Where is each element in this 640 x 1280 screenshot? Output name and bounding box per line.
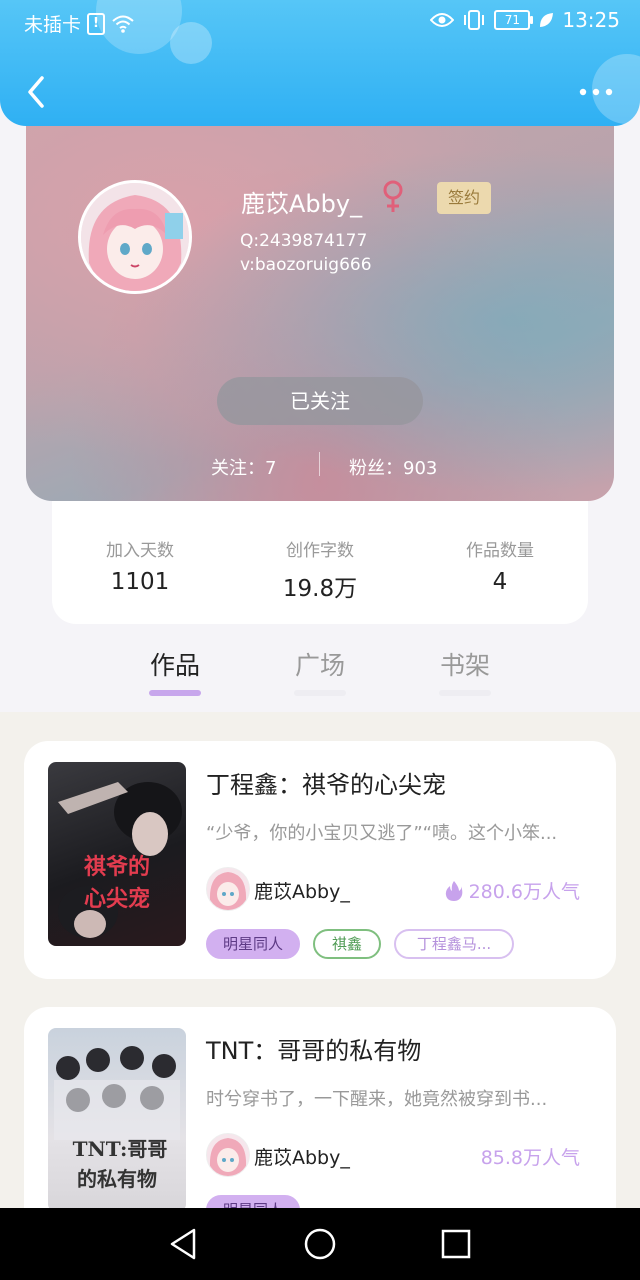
author-name[interactable]: 鹿苡Abby_	[254, 877, 350, 904]
followed-button[interactable]: 已关注	[217, 377, 423, 425]
stat-work-count: 作品数量 4	[430, 536, 570, 595]
author-avatar[interactable]	[206, 867, 250, 911]
profile-name: 鹿苡Abby_	[241, 190, 363, 218]
follow-counts: 关注：7 粉丝：903	[26, 452, 614, 482]
more-options-button[interactable]	[578, 80, 614, 104]
stat-label: 创作字数	[286, 541, 354, 561]
author-name[interactable]: 鹿苡Abby_	[254, 1143, 350, 1170]
vibrate-icon	[464, 10, 485, 30]
fire-icon	[445, 880, 462, 901]
tab-square[interactable]: 广场	[275, 646, 365, 682]
book-cover[interactable]: 祺爷的 心尖宠	[48, 762, 186, 946]
author-avatar[interactable]	[206, 1133, 250, 1177]
profile-card: 鹿苡Abby_ 签约 Q:2439874177 v:baozoruig666 已…	[26, 100, 614, 501]
svg-text:祺爷的: 祺爷的	[84, 854, 150, 880]
fans-count[interactable]: 粉丝：903	[349, 454, 437, 480]
wifi-icon	[112, 15, 134, 33]
battery-icon: 71	[494, 10, 534, 30]
female-gender-icon	[383, 180, 403, 212]
tag-chip[interactable]: 丁程鑫马...	[394, 929, 514, 959]
tab-works[interactable]: 作品	[130, 646, 220, 682]
popularity: 85.8万人气	[481, 1143, 580, 1170]
book-description: “少爷，你的小宝贝又逃了”“啧。这个小笨...	[206, 823, 558, 844]
popularity-value: 280.6万人气	[468, 881, 580, 903]
signed-badge: 签约	[437, 182, 491, 214]
stat-label: 加入天数	[106, 541, 174, 561]
popularity: 280.6万人气	[445, 877, 580, 904]
stat-word-count: 创作字数 19.8万	[250, 536, 390, 603]
leaf-icon	[540, 13, 554, 27]
wechat-contact: v:baozoruig666	[240, 255, 372, 275]
book-title[interactable]: TNT：哥哥的私有物	[206, 1031, 421, 1066]
profile-tabs: 作品 广场 书架	[0, 640, 640, 700]
nav-back-icon[interactable]	[164, 1226, 204, 1262]
tab-square-indicator	[294, 690, 346, 696]
following-count[interactable]: 关注：7	[211, 454, 276, 480]
system-nav-bar	[0, 1208, 640, 1280]
profile-avatar[interactable]	[78, 180, 192, 294]
svg-text:的私有物: 的私有物	[77, 1167, 157, 1191]
clock-time: 13:25	[562, 8, 620, 32]
nav-home-icon[interactable]	[300, 1226, 340, 1262]
stat-value: 19.8万	[282, 576, 358, 602]
stat-join-days: 加入天数 1101	[70, 536, 210, 595]
nav-recents-icon[interactable]	[436, 1226, 476, 1262]
book-description: 时兮穿书了，一下醒来，她竟然被穿到书...	[206, 1089, 548, 1110]
carrier-text: 未插卡	[24, 14, 82, 36]
svg-text:心尖宠: 心尖宠	[84, 886, 150, 912]
tab-works-indicator	[149, 690, 201, 696]
tag-chip[interactable]: 祺鑫	[313, 929, 381, 959]
status-bar: 未插卡 ! 71 13:25	[0, 0, 640, 44]
book-card[interactable]: 祺爷的 心尖宠 丁程鑫：祺爷的心尖宠 “少爷，你的小宝贝又逃了”“啧。这个小笨.…	[24, 741, 616, 979]
divider	[319, 452, 320, 476]
eye-comfort-icon	[430, 13, 455, 27]
tab-bookshelf[interactable]: 书架	[420, 646, 510, 682]
top-bar: 未插卡 ! 71 13:25	[0, 0, 640, 126]
sim-alert-icon: !	[87, 12, 106, 35]
stat-label: 作品数量	[466, 541, 534, 561]
stats-card: 加入天数 1101 创作字数 19.8万 作品数量 4	[52, 480, 588, 624]
qq-contact: Q:2439874177	[240, 231, 368, 251]
book-cover[interactable]: TNT:哥哥 的私有物	[48, 1028, 186, 1212]
popularity-value: 85.8万人气	[480, 1147, 580, 1169]
book-title[interactable]: 丁程鑫：祺爷的心尖宠	[206, 765, 446, 800]
stat-value: 1101	[110, 569, 170, 595]
svg-text:TNT:哥哥: TNT:哥哥	[73, 1137, 168, 1161]
tag-chip[interactable]: 明星同人	[206, 929, 300, 959]
stat-value: 4	[492, 569, 508, 595]
back-button[interactable]	[18, 72, 54, 112]
tab-bookshelf-indicator	[439, 690, 491, 696]
